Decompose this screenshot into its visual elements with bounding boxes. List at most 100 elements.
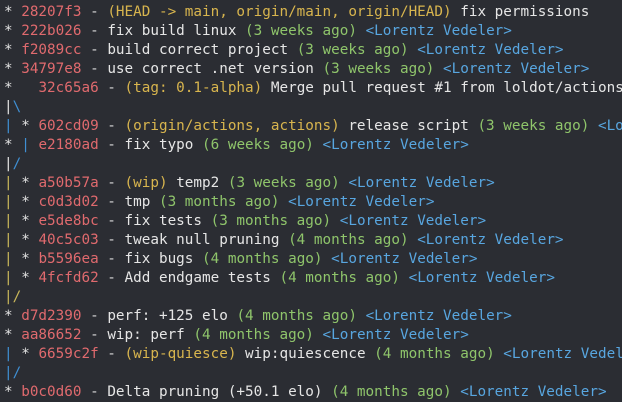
commit-message: temp2 [176,175,220,191]
commit-row: * 222b026 - fix build linux (3 weeks ago… [4,23,512,39]
commit-author: <Lorentz Vedeler> [443,61,590,77]
commit-hash: 602cd09 [38,118,99,134]
graph-segment: * [21,346,39,362]
commit-date: (6 weeks ago) [202,137,314,153]
graph-segment: * [4,23,22,39]
commit-row: * 28207f3 - (HEAD -> main, origin/main, … [4,4,590,20]
commit-author: <Lorentz Vedeler> [331,251,478,267]
commit-author: <Lorentz Vedeler> [339,213,487,229]
graph-segment: | [4,118,22,134]
git-log-terminal[interactable]: * 28207f3 - (HEAD -> main, origin/main, … [0,0,622,402]
commit-row: | * 4fcfd62 - Add endgame tests (4 month… [4,270,555,286]
commit-date: (4 months ago) [193,327,314,343]
commit-hash: d7d2390 [21,308,82,324]
graph-segment: | [4,251,22,267]
graph-segment: * [4,327,22,343]
commit-message: Add endgame tests [124,270,271,286]
graph-segment: | [4,232,22,248]
graph-segment: * [21,175,39,191]
commit-row: * 34797e8 - use correct .net version (3 … [4,61,590,77]
graph-connector-row: |\ [0,98,622,117]
graph-segment: | [4,346,22,362]
commit-row: | * 602cd09 - (origin/actions, actions) … [0,117,622,136]
commit-hash: e2180ad [38,137,99,153]
commit-author: <Lorentz Vedeler> [503,346,622,362]
commit-hash: f2089cc [21,42,82,58]
commit-date: (3 months ago) [158,194,280,210]
commit-row: * | e2180ad - fix typo (6 weeks ago) <Lo… [4,137,469,153]
commit-hash: 40c5c03 [38,232,99,248]
commit-author: <Lorentz Vedeler> [417,232,564,248]
graph-segment: / [12,156,22,172]
graph-segment: * [4,61,22,77]
commit-date: (4 months ago) [236,308,357,324]
commit-message: tweak null pruning [124,232,280,248]
graph-segment: * [4,4,22,20]
ref-decoration: (wip-quiesce) [124,346,237,362]
commit-message: Merge pull request #1 from loldot/action… [270,80,622,96]
graph-segment: | [4,289,13,305]
commit-message: fix permissions [460,4,590,20]
commit-row: | * 6659c2f - (wip-quiesce) wip:quiescen… [0,345,622,364]
commit-hash: 34797e8 [21,61,82,77]
commit-date: (3 months ago) [210,213,332,229]
commit-message: fix build linux [107,23,237,39]
commit-date: (4 months ago) [202,251,323,267]
commit-date: (3 weeks ago) [227,175,340,191]
commit-message: tmp [124,194,151,210]
ref-decoration: (tag: 0.1-alpha) [124,80,263,96]
commit-message: fix tests [124,213,202,229]
graph-segment: \ [12,99,22,115]
commit-message: use correct .net version [107,61,314,77]
commit-row: | * b5596ea - fix bugs (4 months ago) <L… [4,251,478,267]
commit-row: | * e5de8bc - fix tests (3 months ago) <… [4,213,487,229]
graph-segment: * [21,213,39,229]
commit-author: <Lorentz Vedeler> [417,42,564,58]
graph-segment: | [4,156,13,172]
commit-hash: 222b026 [21,23,82,39]
graph-segment: * [4,384,22,400]
commit-date: (3 weeks ago) [477,118,590,134]
graph-segment: | [21,137,39,153]
commit-hash: b5596ea [38,251,99,267]
graph-connector-row: |/ [0,364,622,383]
graph-segment: * [21,270,39,286]
graph-segment: * [4,42,22,58]
commit-hash: b0c0d60 [21,384,82,400]
commit-message: fix bugs [124,251,194,267]
commit-author: <Lorentz Vedeler> [322,327,469,343]
commit-row: | * 40c5c03 - tweak null pruning (4 mont… [4,232,564,248]
commit-date: (4 months ago) [374,346,495,362]
graph-connector-row: |/ [0,288,622,307]
commit-message: wip: perf [107,327,185,343]
commit-row: * d7d2390 - perf: +125 elo (4 months ago… [4,308,512,324]
commit-row: * b0c0d60 - Delta pruning (+50.1 elo) (4… [4,384,607,400]
commit-author: <Lorentz Vedeler> [322,137,469,153]
commit-message: Delta pruning (+50.1 elo) [107,384,323,400]
commit-date: (4 months ago) [288,232,409,248]
commit-row: | * c0d3d02 - tmp (3 months ago) <Lorent… [4,194,435,210]
commit-message: fix typo [124,137,194,153]
commit-date: (3 weeks ago) [322,61,435,77]
commit-date: (4 months ago) [279,270,400,286]
commit-author: <Lorentz Vedeler> [348,175,495,191]
commit-message: build correct project [107,42,289,58]
commit-hash: 28207f3 [21,4,82,20]
graph-segment: | [4,365,13,381]
commit-author: <Lorentz Vedeler> [460,384,607,400]
ref-decoration: (origin/actions, actions) [124,118,340,134]
graph-connector-row: |/ [0,155,622,174]
commit-date: (3 weeks ago) [245,23,357,39]
commit-row: * f2089cc - build correct project (3 wee… [4,42,564,58]
commit-hash: c0d3d02 [38,194,99,210]
commit-row: * aa86652 - wip: perf (4 months ago) <Lo… [4,327,469,343]
graph-segment: | [4,270,22,286]
ref-decoration: (wip) [124,175,168,191]
commit-author: <Lorentz Vedeler> [365,23,512,39]
ref-decoration: (HEAD -> main, origin/main, origin/HEAD) [107,4,452,20]
commit-hash: e5de8bc [38,213,99,229]
graph-segment: / [12,289,22,305]
commit-author: <Lorentz Vedeler> [408,270,555,286]
graph-segment: * [21,251,39,267]
commit-date: (4 months ago) [331,384,452,400]
